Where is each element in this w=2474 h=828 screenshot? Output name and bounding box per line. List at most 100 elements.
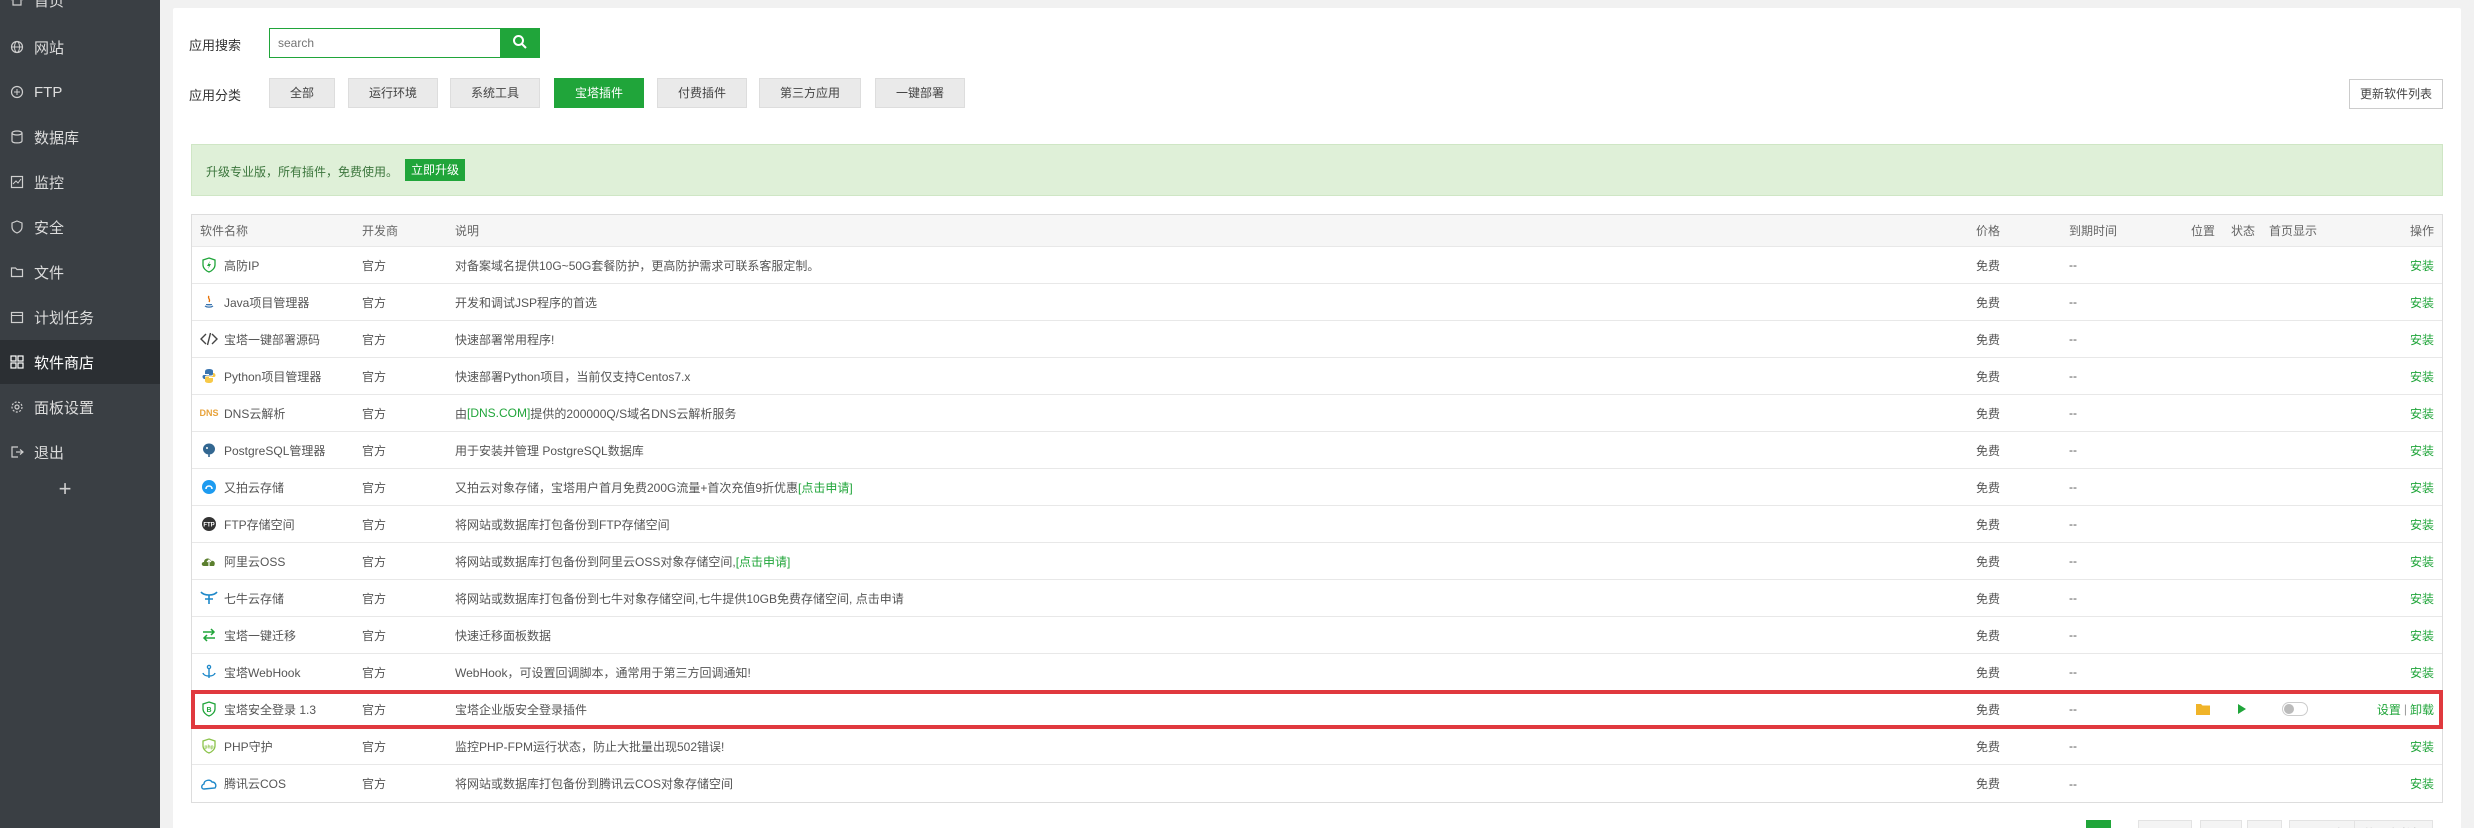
sidebar-item-cron[interactable]: 计划任务 — [0, 295, 160, 339]
search-button[interactable] — [500, 28, 540, 58]
aliyun-oss-icon — [200, 552, 218, 570]
table-row: DNS DNS云解析 官方 由 [DNS.COM] 提供的200000Q/S域名DNS… — [192, 395, 2442, 432]
plugin-desc: 将网站或数据库打包备份到阿里云OSS对象存储空间, [点击申请] — [455, 553, 791, 570]
install-button[interactable]: 安装 — [2410, 506, 2434, 542]
category-bt-plugins[interactable]: 宝塔插件 — [554, 78, 645, 108]
sidebar-item-home[interactable]: 首页 — [0, 0, 160, 22]
col-header-expire[interactable]: 到期时间 — [2069, 215, 2117, 246]
search-input[interactable] — [269, 28, 501, 58]
php-guard-icon: php — [200, 737, 218, 755]
plugin-expire: -- — [2069, 480, 2077, 494]
plugin-dev: 官方 — [362, 665, 387, 680]
plugin-name: Java项目管理器 — [224, 295, 310, 310]
sidebar-item-monitor[interactable]: 监控 — [0, 160, 160, 204]
plugin-desc: 将网站或数据库打包备份到七牛对象存储空间,七牛提供10GB免费存储空间, 点击申… — [455, 591, 904, 606]
install-button[interactable]: 安装 — [2410, 580, 2434, 616]
install-button[interactable]: 安装 — [2410, 617, 2434, 653]
table-row: 腾讯云COS 官方 将网站或数据库打包备份到腾讯云COS对象存储空间 免费 --… — [192, 765, 2442, 802]
page-next[interactable]: 下一页 — [2138, 820, 2193, 828]
plugin-name: PostgreSQL管理器 — [224, 443, 326, 458]
home-display-toggle[interactable] — [2282, 702, 2308, 716]
col-header-price[interactable]: 价格 — [1976, 215, 2000, 246]
table-row: 阿里云OSS 官方 将网站或数据库打包备份到阿里云OSS对象存储空间, [点击申… — [192, 543, 2442, 580]
sidebar-item-logout[interactable]: 退出 — [0, 430, 160, 474]
col-header-home: 首页显示 — [2269, 224, 2318, 238]
plugin-desc: 快速部署Python项目，当前仅支持Centos7.x — [455, 369, 691, 384]
install-button[interactable]: 安装 — [2410, 358, 2434, 394]
sidebar-item-ftp[interactable]: FTP — [0, 70, 160, 114]
col-header-desc: 说明 — [455, 224, 480, 238]
upyun-apply-link[interactable]: [点击申请] — [798, 479, 853, 496]
install-button[interactable]: 安装 — [2410, 543, 2434, 579]
plugin-name: DNS云解析 — [224, 406, 286, 421]
plugin-dev: 官方 — [362, 480, 387, 495]
page-range: 从1-15条 — [2289, 820, 2356, 828]
upgrade-now-button[interactable]: 立即升级 — [405, 159, 466, 181]
plugin-desc: 开发和调试JSP程序的首选 — [455, 295, 598, 310]
plugin-name: 又拍云存储 — [224, 480, 285, 495]
upgrade-text: 升级专业版，所有插件，免费使用。 — [206, 165, 399, 179]
table-row: php PHP守护 官方 监控PHP-FPM运行状态，防止大批量出现502错误! … — [192, 728, 2442, 765]
plugin-name: Python项目管理器 — [224, 369, 322, 384]
install-button[interactable]: 安装 — [2410, 765, 2434, 802]
sidebar-item-label: 安全 — [34, 219, 65, 237]
plugin-desc: 将网站或数据库打包备份到腾讯云COS对象存储空间 — [455, 777, 734, 791]
add-shortcut-button[interactable]: + — [0, 476, 130, 502]
table-row: 宝塔WebHook 官方 WebHook，可设置回调脚本，通常用于第三方回调通知… — [192, 654, 2442, 691]
python-icon — [200, 367, 218, 385]
category-system-tools[interactable]: 系统工具 — [450, 78, 541, 108]
refresh-list-button[interactable]: 更新软件列表 — [2348, 79, 2443, 109]
install-button[interactable]: 安装 — [2410, 247, 2434, 283]
col-header-state: 状态 — [2231, 224, 2256, 238]
folder-icon[interactable] — [2196, 691, 2210, 727]
table-row: Python项目管理器 官方 快速部署Python项目，当前仅支持Centos7… — [192, 358, 2442, 395]
category-one-click-deploy[interactable]: 一键部署 — [875, 78, 966, 108]
sidebar-item-store[interactable]: 软件商店 — [0, 340, 160, 384]
plugin-name: 阿里云OSS — [224, 554, 286, 569]
col-header-name[interactable]: 软件名称 — [200, 215, 248, 246]
sidebar-item-files[interactable]: 文件 — [0, 250, 160, 294]
category-third-party[interactable]: 第三方应用 — [759, 78, 862, 108]
aliyun-apply-link[interactable]: [点击申请] — [736, 553, 791, 570]
qiniu-icon — [200, 589, 218, 607]
plugin-name: 腾讯云COS — [224, 777, 287, 791]
dns-com-link[interactable]: [DNS.COM] — [467, 406, 530, 420]
category-all[interactable]: 全部 — [269, 78, 336, 108]
page-current[interactable]: 1 — [2086, 820, 2111, 828]
install-button[interactable]: 安装 — [2410, 654, 2434, 690]
plugin-price: 免费 — [1976, 443, 2001, 458]
col-header-position: 位置 — [2191, 224, 2216, 238]
migrate-icon — [200, 626, 218, 644]
sidebar-item-database[interactable]: 数据库 — [0, 115, 160, 159]
sidebar-item-website[interactable]: 网站 — [0, 25, 160, 69]
sidebar-item-security[interactable]: 安全 — [0, 205, 160, 249]
install-button[interactable]: 安装 — [2410, 395, 2434, 431]
plugin-name: 宝塔WebHook — [224, 665, 301, 680]
table-row: 宝塔一键部署源码 官方 快速部署常用程序! 免费 -- 安装 — [192, 321, 2442, 358]
svg-text:B: B — [206, 707, 211, 714]
settings-button[interactable]: 设置 — [2377, 701, 2401, 718]
page-2[interactable]: 2 — [2113, 820, 2136, 828]
install-button[interactable]: 安装 — [2410, 432, 2434, 468]
svg-text:php: php — [204, 745, 213, 751]
page-last[interactable]: 尾页 — [2200, 820, 2243, 828]
search-label: 应用搜索 — [189, 38, 242, 53]
table-row: FTP FTP存储空间 官方 将网站或数据库打包备份到FTP存储空间 免费 -- … — [192, 506, 2442, 543]
folder-icon — [10, 265, 24, 279]
plugin-expire: -- — [2069, 628, 2077, 642]
op-separator: | — [2403, 702, 2407, 716]
sidebar-item-label: 首页 — [34, 0, 65, 10]
plugin-expire: -- — [2069, 332, 2077, 346]
category-paid-plugins[interactable]: 付费插件 — [657, 78, 748, 108]
install-button[interactable]: 安装 — [2410, 728, 2434, 764]
page-total: 共17条数据 — [2354, 820, 2434, 828]
install-button[interactable]: 安装 — [2410, 469, 2434, 505]
sidebar-item-settings[interactable]: 面板设置 — [0, 385, 160, 429]
uninstall-button[interactable]: 卸载 — [2410, 701, 2434, 718]
install-button[interactable]: 安装 — [2410, 284, 2434, 320]
table-row: 七牛云存储 官方 将网站或数据库打包备份到七牛对象存储空间,七牛提供10GB免费… — [192, 580, 2442, 617]
play-icon[interactable] — [2237, 691, 2247, 727]
category-runtime[interactable]: 运行环境 — [348, 78, 439, 108]
plugin-expire: -- — [2069, 591, 2077, 605]
install-button[interactable]: 安装 — [2410, 321, 2434, 357]
